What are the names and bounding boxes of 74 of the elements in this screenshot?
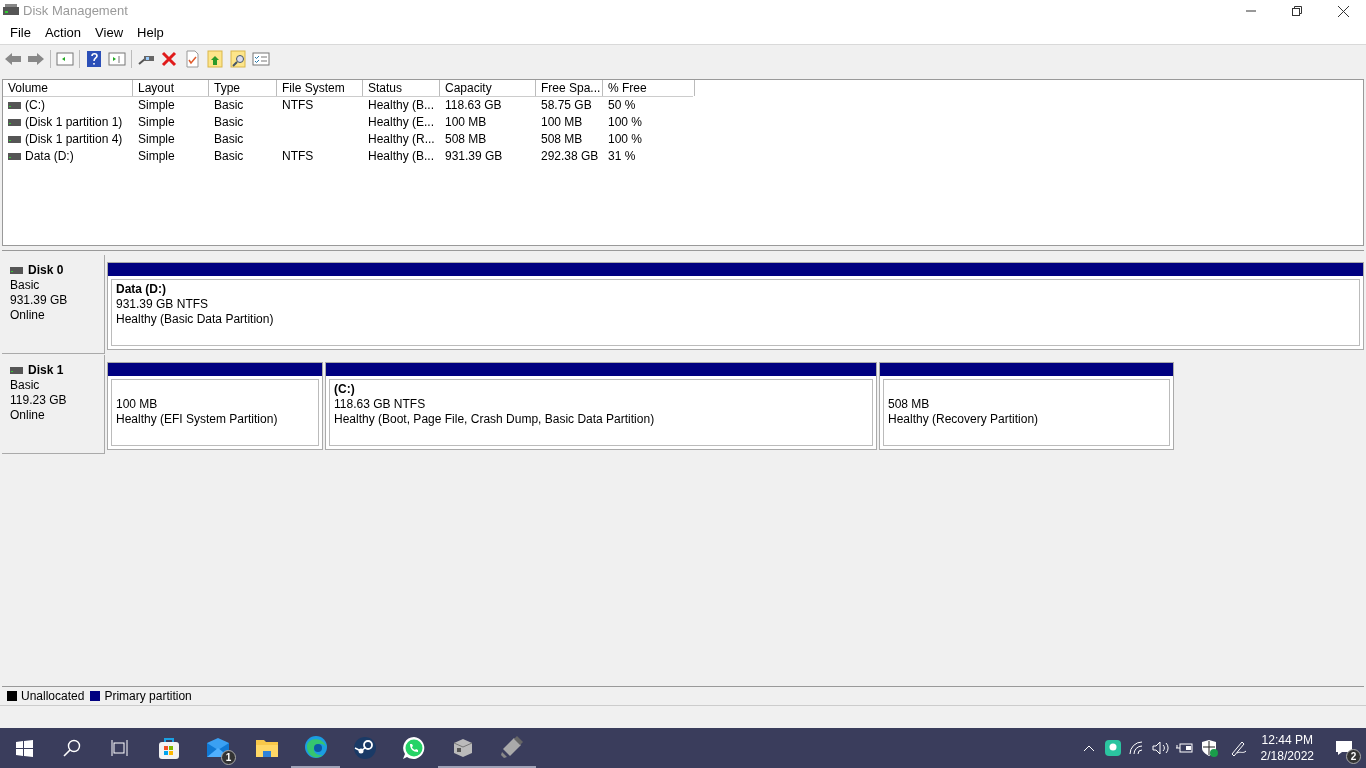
window-title: Disk Management (23, 2, 128, 21)
disk-size: 119.23 GB (10, 393, 68, 408)
column-header[interactable]: Type (209, 80, 277, 96)
clock-date: 2/18/2022 (1260, 748, 1314, 764)
partition-size: 118.63 GB NTFS (334, 397, 427, 412)
notification-count: 2 (1346, 749, 1361, 764)
partition-status: Healthy (EFI System Partition) (116, 412, 279, 427)
taskbar-app[interactable]: 1 (193, 728, 242, 768)
table-cell: 931.39 GB (445, 148, 503, 165)
column-header[interactable]: Status (363, 80, 440, 96)
menu-item[interactable]: View (88, 23, 131, 43)
table-cell: (Disk 1 partition 4) (25, 131, 123, 148)
partition-block[interactable]: 100 MB Healthy (EFI System Partition) (107, 362, 323, 450)
menu-item[interactable]: Help (130, 23, 171, 43)
table-cell: Healthy (B... (368, 97, 435, 114)
partition-block[interactable]: (C:) 118.63 GB NTFS Healthy (Boot, Page File, Crash Dump, Basic Data Partition) (325, 362, 877, 450)
column-header[interactable]: Layout (133, 80, 209, 96)
table-cell: NTFS (282, 97, 314, 114)
menu-item[interactable]: Action (37, 23, 89, 43)
table-cell: 508 MB (541, 131, 583, 148)
table-cell: 50 % (608, 97, 636, 114)
table-cell: 100 % (608, 114, 643, 131)
disk-name: Disk 0 (28, 263, 64, 278)
table-cell: Healthy (B... (368, 148, 435, 165)
partition-block[interactable]: Data (D:) 931.39 GB NTFS Healthy (Basic Data Partition) (107, 262, 1364, 350)
table-cell: Simple (138, 114, 175, 131)
column-header[interactable]: Capacity (440, 80, 536, 96)
table-cell: 100 MB (445, 114, 487, 131)
legend-label: Unallocated (21, 688, 85, 705)
partition-status: Healthy (Basic Data Partition) (116, 312, 275, 327)
partition-size: 100 MB (116, 397, 159, 412)
partition-status: Healthy (Recovery Partition) (888, 412, 1040, 427)
table-cell: 508 MB (445, 131, 487, 148)
table-cell: (Disk 1 partition 1) (25, 114, 123, 131)
notifications-button[interactable]: 2 (1322, 728, 1366, 768)
partition-size: 931.39 GB NTFS (116, 297, 210, 312)
table-cell: Basic (214, 114, 244, 131)
partition-label: Data (D:) (116, 282, 167, 297)
table-cell: (C:) (25, 97, 45, 114)
badge: 1 (221, 750, 236, 765)
legend-label: Primary partition (104, 688, 192, 705)
table-cell: 58.75 GB (541, 97, 592, 114)
partition-block[interactable]: 508 MB Healthy (Recovery Partition) (879, 362, 1174, 450)
partition-status: Healthy (Boot, Page File, Crash Dump, Basic Data Partition) (334, 412, 656, 427)
partition-size: 508 MB (888, 397, 931, 412)
column-header[interactable]: % Free (603, 80, 695, 96)
clock-time: 12:44 PM (1261, 732, 1313, 748)
table-cell: NTFS (282, 148, 314, 165)
table-cell: 292.38 GB (541, 148, 599, 165)
column-header[interactable]: Volume (3, 80, 133, 96)
table-cell: Simple (138, 131, 175, 148)
disk-size: 931.39 GB (10, 293, 69, 308)
table-cell: Data (D:) (25, 148, 74, 165)
table-cell: Healthy (R... (368, 131, 435, 148)
table-cell: Simple (138, 148, 175, 165)
column-header[interactable]: File System (277, 80, 363, 96)
disk-status: Online (10, 408, 46, 423)
column-header[interactable]: Free Spa... (536, 80, 603, 96)
disk-type: Basic (10, 378, 41, 393)
disk-name: Disk 1 (28, 363, 64, 378)
table-cell: Healthy (E... (368, 114, 435, 131)
menu-item[interactable]: File (3, 23, 38, 43)
table-cell: Basic (214, 148, 244, 165)
disk-type: Basic (10, 278, 41, 293)
table-cell: Basic (214, 97, 244, 114)
table-cell: 100 MB (541, 114, 583, 131)
table-cell: 31 % (608, 148, 636, 165)
table-cell: Basic (214, 131, 244, 148)
disk-status: Online (10, 308, 46, 323)
table-cell: 118.63 GB (445, 97, 502, 114)
clock[interactable]: 12:44 PM 2/18/2022 (1252, 732, 1322, 764)
partition-label: (C:) (334, 382, 356, 397)
table-cell: Simple (138, 97, 175, 114)
table-cell: 100 % (608, 131, 643, 148)
